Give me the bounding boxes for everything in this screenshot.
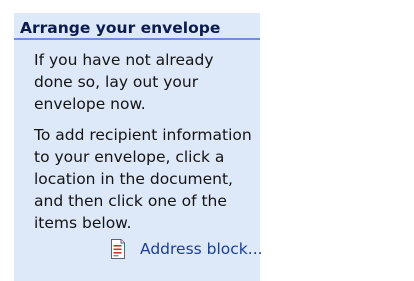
- mail-merge-task-pane: Arrange your envelope If you have not al…: [0, 0, 414, 281]
- address-block-label: Address block...: [140, 240, 263, 258]
- address-block-link[interactable]: Address block...: [110, 239, 263, 259]
- section-title: Arrange your envelope: [14, 13, 260, 40]
- instruction-text-2: To add recipient information to your env…: [34, 126, 252, 232]
- instruction-text-1: If you have not already done so, lay out…: [34, 51, 214, 113]
- address-block-icon: [110, 239, 126, 259]
